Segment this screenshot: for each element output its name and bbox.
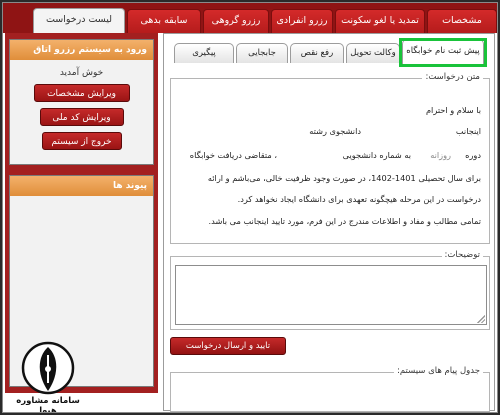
tab-group-reservation[interactable]: رزرو گروهی (203, 9, 269, 33)
tab-profile[interactable]: مشخصات (427, 9, 497, 33)
academic-year-text: برای سال تحصیلی 1401-1402، در صورت وجود … (207, 173, 481, 183)
links-box-title: پیوند ها (10, 176, 153, 196)
subtab-delivery-proxy[interactable]: وکالت تحویل (346, 43, 400, 63)
login-box-title: ورود به سیستم رزرو اتاق (10, 40, 153, 60)
tab-individual-reservation[interactable]: رزرو انفرادی (271, 9, 333, 33)
commitment-text: درخواست در این مرحله هیچگونه تعهدی برای … (237, 194, 481, 204)
subtab-followup[interactable]: پیگیری (174, 43, 234, 63)
app-window: مشخصات تمدید یا لغو سکونت رزرو انفرادی ر… (2, 2, 498, 413)
sidebar: ورود به سیستم رزرو اتاق خوش آمدید ویرایش… (5, 33, 158, 393)
edit-national-code-button[interactable]: ویرایش کد ملی (39, 108, 124, 126)
top-tab-bar: مشخصات تمدید یا لغو سکونت رزرو انفرادی ر… (3, 3, 497, 34)
login-box: ورود به سیستم رزرو اتاق خوش آمدید ویرایش… (9, 39, 154, 165)
subtab-relocation[interactable]: جابجایی (236, 43, 288, 63)
subtab-dorm-preregistration[interactable]: پیش ثبت نام خوابگاه (402, 39, 484, 65)
applicant-dorm-text: ، متقاضی دریافت خوابگاه (189, 150, 277, 160)
notes-fieldset: توضیحات: (170, 250, 490, 330)
tab-extend-or-cancel[interactable]: تمدید یا لغو سکونت (335, 9, 425, 33)
system-messages-fieldset: جدول پیام های سیستم: (170, 366, 490, 412)
pen-logo-icon (21, 341, 75, 395)
logout-button[interactable]: خروج از سیستم (41, 132, 122, 150)
welcome-text: خوش آمدید (59, 68, 104, 78)
major-label: دانشجوی رشته (309, 126, 361, 136)
request-text-legend: متن درخواست: (422, 72, 483, 82)
period-value: روزانه (430, 150, 451, 160)
tab-debt-history[interactable]: سابقه بدهی (127, 9, 201, 33)
resize-grip-icon[interactable] (477, 315, 485, 323)
content-panel: پیگیری جابجایی رفع نقص وکالت تحویل پیش ث… (163, 33, 495, 412)
confirmation-text: تمامی مطالب و مفاد و اطلاعات مندرج در ای… (208, 216, 481, 226)
watermark-text: سامانه مشاوره هپوا (16, 396, 80, 413)
edit-profile-button[interactable]: ویرایش مشخصات (33, 84, 130, 102)
student-number-label: به شماره دانشجویی (342, 150, 411, 160)
degree-label: دوره (465, 150, 481, 160)
submit-request-button[interactable]: تایید و ارسال درخواست (170, 337, 286, 355)
notes-legend: توضیحات: (441, 250, 483, 260)
applicant-label: اینجانب (455, 126, 481, 136)
subtab-fix-defect[interactable]: رفع نقص (290, 43, 344, 63)
system-messages-legend: جدول پیام های سیستم: (394, 366, 483, 376)
request-text-fieldset: متن درخواست: با سلام و احترام اینجانب دا… (170, 72, 490, 244)
greeting-text: با سلام و احترام (425, 105, 481, 115)
tab-request-list[interactable]: لیست درخواست (33, 8, 125, 34)
notes-textarea[interactable] (175, 265, 487, 325)
watermark-logo: سامانه مشاوره هپوا (7, 341, 89, 413)
